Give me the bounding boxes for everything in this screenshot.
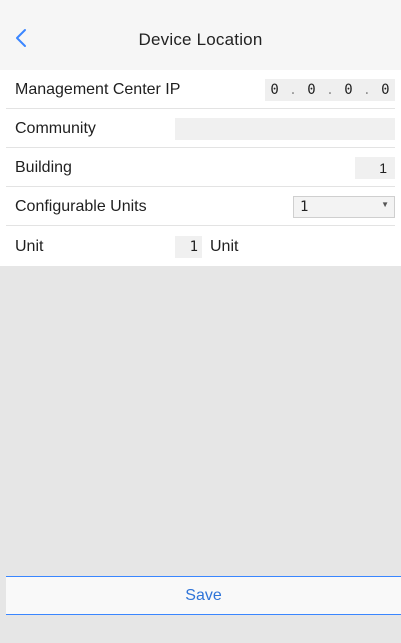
device-location-form: Management Center IP 0 . 0 . 0 . 0 Commu… (0, 70, 401, 266)
row-management-center-ip: Management Center IP 0 . 0 . 0 . 0 (0, 70, 401, 109)
management-center-ip-input[interactable]: 0 . 0 . 0 . 0 (265, 78, 395, 101)
unit-suffix-label: Unit (210, 237, 239, 255)
configurable-units-label: Configurable Units (15, 197, 147, 215)
row-divider (6, 225, 395, 226)
community-input[interactable] (175, 117, 395, 140)
row-community: Community (0, 109, 401, 148)
chevron-left-icon (14, 28, 28, 53)
nav-header: Device Location (0, 10, 401, 70)
save-button-label: Save (185, 586, 222, 604)
ip-octet-1[interactable]: 0 (270, 82, 278, 98)
ip-octet-4[interactable]: 0 (381, 82, 389, 98)
unit-input[interactable]: 1 (175, 235, 202, 258)
unit-label: Unit (15, 237, 44, 255)
configurable-units-selected: 1 (300, 198, 309, 215)
configurable-units-select[interactable]: 1 ▼ (293, 195, 395, 218)
ip-separator: . (326, 82, 334, 97)
ip-octet-2[interactable]: 0 (307, 82, 315, 98)
ip-separator: . (289, 82, 297, 97)
management-center-ip-label: Management Center IP (15, 80, 181, 98)
community-label: Community (15, 119, 96, 137)
back-button[interactable] (6, 22, 36, 58)
caret-down-icon: ▼ (381, 199, 389, 209)
row-building: Building (0, 148, 401, 187)
ip-separator: . (363, 82, 371, 97)
building-input[interactable] (355, 156, 395, 179)
save-bar-bottom-border (6, 614, 401, 615)
ip-octet-3[interactable]: 0 (344, 82, 352, 98)
row-unit: Unit 1 Unit (0, 227, 401, 266)
save-button[interactable]: Save (6, 577, 401, 614)
status-bar-gap (0, 0, 401, 10)
row-configurable-units: Configurable Units 1 ▼ (0, 187, 401, 226)
page-title: Device Location (138, 30, 263, 49)
building-label: Building (15, 158, 72, 176)
